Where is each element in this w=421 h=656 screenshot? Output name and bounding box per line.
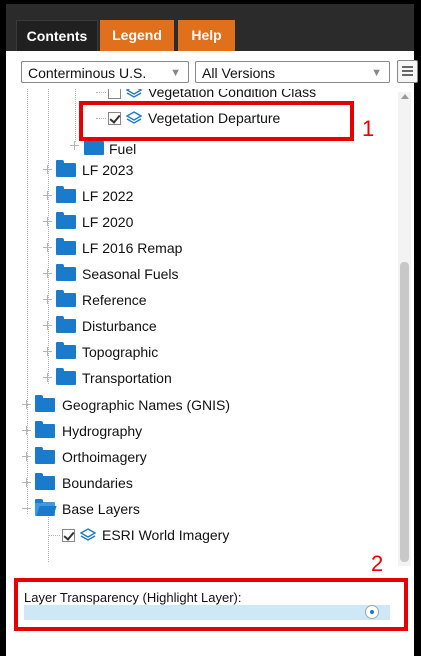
hamburger-menu-icon[interactable] [397, 60, 418, 83]
layer-transparency-slider[interactable] [24, 605, 390, 620]
expand-icon[interactable] [43, 269, 52, 278]
callout-number-2: 2 [371, 551, 384, 576]
expand-icon[interactable] [22, 426, 31, 435]
tree-item-label: Boundaries [62, 475, 133, 491]
tree-item-hydrography[interactable]: Hydrography [6, 420, 386, 442]
expand-icon[interactable] [43, 165, 52, 174]
expand-icon[interactable] [43, 243, 52, 252]
expand-icon[interactable] [43, 191, 52, 200]
chevron-down-icon: ▼ [170, 67, 181, 79]
callout-number-1: 1 [362, 116, 375, 141]
highlight-box-1 [79, 101, 354, 141]
tree-item-lf-2020[interactable]: LF 2020 [6, 211, 386, 233]
layers-icon [126, 89, 142, 98]
folder-icon [35, 473, 55, 490]
expand-icon[interactable] [70, 141, 79, 150]
tree-item-label: LF 2022 [82, 188, 134, 204]
tree-item-boundaries[interactable]: Boundaries [6, 472, 386, 494]
tree-item-seasonal-fuels[interactable]: Seasonal Fuels [6, 263, 386, 285]
expand-icon[interactable] [43, 217, 52, 226]
tree-item-geographic-names[interactable]: Geographic Names (GNIS) [6, 394, 386, 416]
tab-bar: Contents Legend Help [6, 4, 414, 52]
folder-icon [56, 264, 76, 281]
tree-item-reference[interactable]: Reference [6, 289, 386, 311]
expand-icon[interactable] [43, 321, 52, 330]
tree-item-lf-2022[interactable]: LF 2022 [6, 185, 386, 207]
layer-transparency-label: Layer Transparency (Highlight Layer): [24, 590, 242, 605]
expand-icon[interactable] [22, 452, 31, 461]
tree-item-label: Base Layers [62, 501, 140, 517]
tab-help[interactable]: Help [178, 20, 235, 51]
tree-item-label: Seasonal Fuels [82, 266, 179, 282]
tree-item-lf-2023[interactable]: LF 2023 [6, 159, 386, 181]
tab-contents[interactable]: Contents [16, 20, 98, 52]
tree-item-orthoimagery[interactable]: Orthoimagery [6, 446, 386, 468]
folder-icon [35, 421, 55, 438]
folder-icon [56, 238, 76, 255]
tree-item-lf-2016-remap[interactable]: LF 2016 Remap [6, 237, 386, 259]
folder-icon [56, 290, 76, 307]
version-select[interactable]: All Versions ▼ [195, 61, 390, 83]
scroll-up-arrow-icon[interactable] [401, 94, 409, 99]
tree-item-topographic[interactable]: Topographic [6, 341, 386, 363]
expand-icon[interactable] [43, 373, 52, 382]
folder-icon [56, 342, 76, 359]
expand-icon[interactable] [22, 478, 31, 487]
expand-icon[interactable] [22, 400, 31, 409]
tree-item-label: Geographic Names (GNIS) [62, 397, 231, 413]
tree-item-label: Hydrography [62, 423, 143, 439]
layer-tree: Vegetation Condition Class Vegetation De… [6, 89, 398, 569]
tree-item-label: Topographic [82, 344, 159, 360]
folder-icon [56, 368, 76, 385]
folder-open-icon [35, 499, 55, 516]
region-select[interactable]: Conterminous U.S. ▼ [21, 61, 189, 83]
tree-item-transportation[interactable]: Transportation [6, 367, 386, 389]
tree-item-disturbance[interactable]: Disturbance [6, 315, 386, 337]
tree-item-base-layers[interactable]: Base Layers [6, 498, 386, 520]
tree-item-label: ESRI World Imagery [102, 527, 230, 543]
tree-item-label: Fuel [109, 141, 137, 157]
folder-icon [35, 447, 55, 464]
scrollbar-thumb[interactable] [400, 262, 409, 562]
layer-checkbox[interactable] [108, 89, 121, 99]
window-edge-right [414, 0, 421, 656]
region-select-value: Conterminous U.S. [28, 65, 147, 81]
expand-icon[interactable] [43, 347, 52, 356]
folder-icon [56, 316, 76, 333]
tree-item-label: Orthoimagery [62, 449, 147, 465]
tree-item-esri-world-imagery[interactable]: ESRI World Imagery [6, 524, 386, 546]
tree-item-label: LF 2016 Remap [82, 240, 183, 256]
tab-legend[interactable]: Legend [100, 20, 174, 51]
layer-checkbox[interactable] [62, 529, 75, 542]
tree-item-label: Disturbance [82, 318, 157, 334]
contents-toolbar: Conterminous U.S. ▼ All Versions ▼ [6, 51, 418, 89]
tree-item-label: LF 2023 [82, 162, 134, 178]
tree-item-label: Reference [82, 292, 147, 308]
layers-icon [80, 528, 96, 541]
chevron-down-icon: ▼ [371, 67, 382, 79]
folder-icon [56, 186, 76, 203]
folder-icon [35, 395, 55, 412]
tree-item-label: Transportation [82, 370, 172, 386]
collapse-icon[interactable] [22, 504, 31, 513]
folder-icon [84, 138, 104, 155]
folder-icon [56, 212, 76, 229]
expand-icon[interactable] [43, 295, 52, 304]
folder-icon [56, 160, 76, 177]
tree-item-label: LF 2020 [82, 214, 134, 230]
layer-panel: Contents Legend Help Conterminous U.S. ▼… [0, 0, 421, 656]
version-select-value: All Versions [202, 65, 276, 81]
